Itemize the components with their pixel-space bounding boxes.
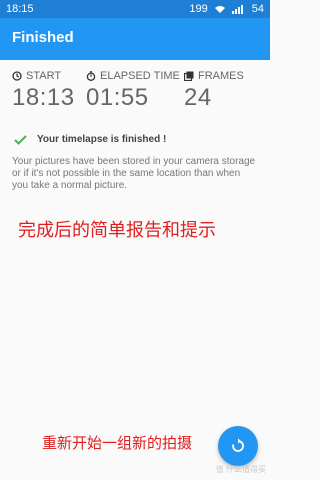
stat-start: START 18:13 [12, 70, 75, 112]
stopwatch-icon [86, 71, 96, 81]
status-icons: 199 54 [189, 3, 264, 15]
annotation-top: 完成后的简单报告和提示 [18, 220, 216, 240]
status-bar: 18:15 199 54 [0, 0, 270, 18]
battery-level: 54 [251, 3, 264, 15]
frames-value: 24 [184, 84, 212, 111]
stat-elapsed: ELAPSED TIME 01:55 [86, 70, 180, 112]
elapsed-value: 01:55 [86, 84, 149, 111]
restart-icon [232, 438, 244, 452]
signal-icon [231, 4, 243, 14]
check-icon [14, 134, 27, 145]
status-time: 18:15 [6, 3, 34, 15]
battery-percent: 199 [189, 3, 208, 15]
finished-title: Your timelapse is finished ! [37, 134, 167, 145]
stats-row: START 18:13 ELAPSED TIME 01:55 FRAMES 24 [12, 70, 262, 122]
finished-description: Your pictures have been stored in your c… [12, 156, 256, 191]
watermark: 值 什么值得买 [215, 465, 266, 474]
page-title: Finished [12, 29, 74, 46]
app-bar: Finished [0, 18, 270, 60]
annotation-bottom: 重新开始一组新的拍摄 [42, 435, 193, 452]
stat-frames: FRAMES 24 [184, 70, 244, 112]
start-label: START [26, 70, 62, 82]
restart-button[interactable] [218, 426, 258, 466]
start-value: 18:13 [12, 84, 75, 111]
frames-icon [184, 71, 194, 81]
finished-message: Your timelapse is finished ! [14, 134, 166, 145]
frames-label: FRAMES [198, 70, 244, 82]
clock-icon [12, 71, 22, 81]
elapsed-label: ELAPSED TIME [100, 70, 180, 82]
wifi-icon [214, 5, 225, 13]
